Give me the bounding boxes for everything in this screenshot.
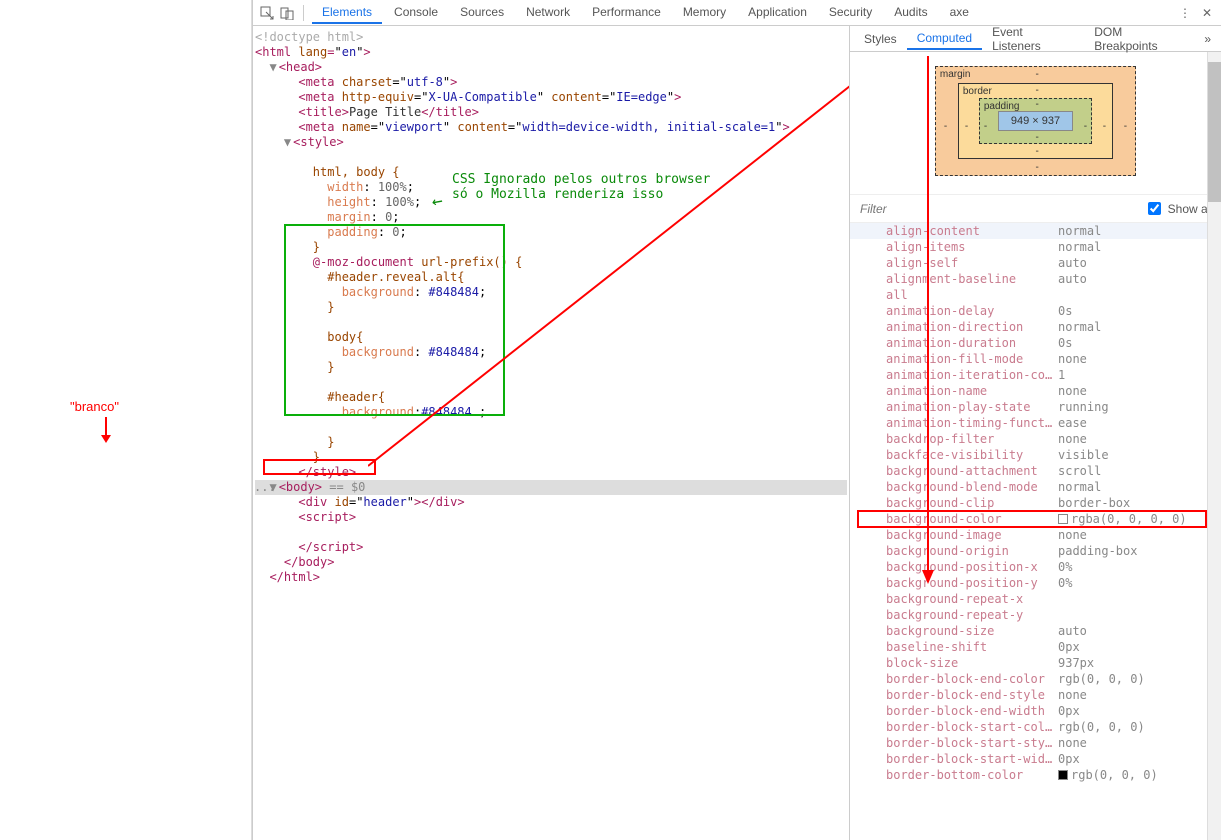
prop-row[interactable]: border-block-end-width0px bbox=[850, 703, 1221, 719]
arrow-down-icon bbox=[98, 417, 114, 449]
prop-row[interactable]: animation-iteration-count1 bbox=[850, 367, 1221, 383]
prop-row[interactable]: background-position-x0% bbox=[850, 559, 1221, 575]
filter-input[interactable] bbox=[858, 201, 1144, 217]
chevron-more-icon[interactable]: » bbox=[1198, 32, 1217, 46]
prop-row[interactable]: animation-play-staterunning bbox=[850, 399, 1221, 415]
prop-row[interactable]: border-block-end-stylenone bbox=[850, 687, 1221, 703]
tab-sources[interactable]: Sources bbox=[450, 1, 514, 24]
prop-row[interactable]: animation-duration0s bbox=[850, 335, 1221, 351]
sidebar-tabs: StylesComputedEvent ListenersDOM Breakpo… bbox=[850, 26, 1221, 52]
prop-row[interactable]: animation-directionnormal bbox=[850, 319, 1221, 335]
prop-row[interactable]: background-repeat-y bbox=[850, 607, 1221, 623]
prop-row[interactable]: animation-fill-modenone bbox=[850, 351, 1221, 367]
prop-row[interactable]: align-contentnormal bbox=[850, 223, 1221, 239]
prop-row[interactable]: background-position-y0% bbox=[850, 575, 1221, 591]
color-swatch-icon bbox=[1058, 770, 1068, 780]
prop-row[interactable]: background-imagenone bbox=[850, 527, 1221, 543]
sidebar-tab-styles[interactable]: Styles bbox=[854, 28, 907, 49]
prop-row[interactable]: animation-namenone bbox=[850, 383, 1221, 399]
prop-row[interactable]: baseline-shift0px bbox=[850, 639, 1221, 655]
disclosure-triangle-icon[interactable]: ▼ bbox=[284, 135, 291, 149]
disclosure-triangle-icon[interactable]: ▼ bbox=[269, 60, 276, 74]
prop-row[interactable]: border-block-start-stylenone bbox=[850, 735, 1221, 751]
prop-row[interactable]: border-block-end-colorrgb(0, 0, 0) bbox=[850, 671, 1221, 687]
tab-security[interactable]: Security bbox=[819, 1, 882, 24]
tab-axe[interactable]: axe bbox=[940, 1, 979, 24]
prop-row[interactable]: background-originpadding-box bbox=[850, 543, 1221, 559]
sidebar-tab-computed[interactable]: Computed bbox=[907, 27, 982, 50]
prop-row[interactable]: align-itemsnormal bbox=[850, 239, 1221, 255]
prop-row[interactable]: animation-timing-functionease bbox=[850, 415, 1221, 431]
prop-row[interactable]: background-colorrgba(0, 0, 0, 0) bbox=[850, 511, 1221, 527]
prop-row[interactable]: block-size937px bbox=[850, 655, 1221, 671]
prop-row[interactable]: background-blend-modenormal bbox=[850, 479, 1221, 495]
kebab-icon[interactable]: ⋮ bbox=[1177, 5, 1193, 21]
prop-row[interactable]: background-clipborder-box bbox=[850, 495, 1221, 511]
tab-console[interactable]: Console bbox=[384, 1, 448, 24]
tab-application[interactable]: Application bbox=[738, 1, 817, 24]
prop-row[interactable]: align-selfauto bbox=[850, 255, 1221, 271]
computed-properties[interactable]: align-contentnormalalign-itemsnormalalig… bbox=[850, 223, 1221, 783]
selected-element-body[interactable]: ▼<body> == $0 bbox=[255, 480, 847, 495]
devtools-panel: ElementsConsoleSourcesNetworkPerformance… bbox=[252, 0, 1221, 840]
tab-network[interactable]: Network bbox=[516, 1, 580, 24]
tab-performance[interactable]: Performance bbox=[582, 1, 671, 24]
tab-audits[interactable]: Audits bbox=[884, 1, 937, 24]
scrollbar[interactable] bbox=[1207, 52, 1221, 840]
styles-sidebar: StylesComputedEvent ListenersDOM Breakpo… bbox=[849, 26, 1221, 840]
prop-row[interactable]: border-bottom-colorrgb(0, 0, 0) bbox=[850, 767, 1221, 783]
prop-row[interactable]: border-block-start-colorrgb(0, 0, 0) bbox=[850, 719, 1221, 735]
annotation-branco: "branco" bbox=[70, 399, 119, 414]
prop-row[interactable]: alignment-baselineauto bbox=[850, 271, 1221, 287]
prop-row[interactable]: border-block-start-width0px bbox=[850, 751, 1221, 767]
close-icon[interactable]: ✕ bbox=[1199, 5, 1215, 21]
prop-row[interactable]: all bbox=[850, 287, 1221, 303]
prop-row[interactable]: animation-delay0s bbox=[850, 303, 1221, 319]
box-model-content: 949 × 937 bbox=[998, 111, 1073, 131]
box-model[interactable]: margin---- border---- padding---- 949 × … bbox=[850, 52, 1221, 194]
prop-row[interactable]: backdrop-filternone bbox=[850, 431, 1221, 447]
doctype: <!doctype html> bbox=[255, 30, 847, 45]
elements-tree[interactable]: <!doctype html> <html lang="en"> ▼<head>… bbox=[253, 26, 849, 840]
inspect-icon[interactable] bbox=[259, 5, 275, 21]
show-all-checkbox[interactable]: Show all bbox=[1144, 199, 1213, 218]
prop-row[interactable]: background-attachmentscroll bbox=[850, 463, 1221, 479]
main-tabs: ElementsConsoleSourcesNetworkPerformance… bbox=[312, 1, 1173, 24]
prop-row[interactable]: backface-visibilityvisible bbox=[850, 447, 1221, 463]
prop-row[interactable]: background-sizeauto bbox=[850, 623, 1221, 639]
tab-memory[interactable]: Memory bbox=[673, 1, 736, 24]
device-toggle-icon[interactable] bbox=[279, 5, 295, 21]
separator bbox=[303, 5, 304, 21]
prop-row[interactable]: background-repeat-x bbox=[850, 591, 1221, 607]
tab-elements[interactable]: Elements bbox=[312, 1, 382, 24]
color-swatch-icon bbox=[1058, 514, 1068, 524]
devtools-toolbar: ElementsConsoleSourcesNetworkPerformance… bbox=[253, 0, 1221, 26]
page-preview-area: "branco" bbox=[0, 0, 252, 840]
